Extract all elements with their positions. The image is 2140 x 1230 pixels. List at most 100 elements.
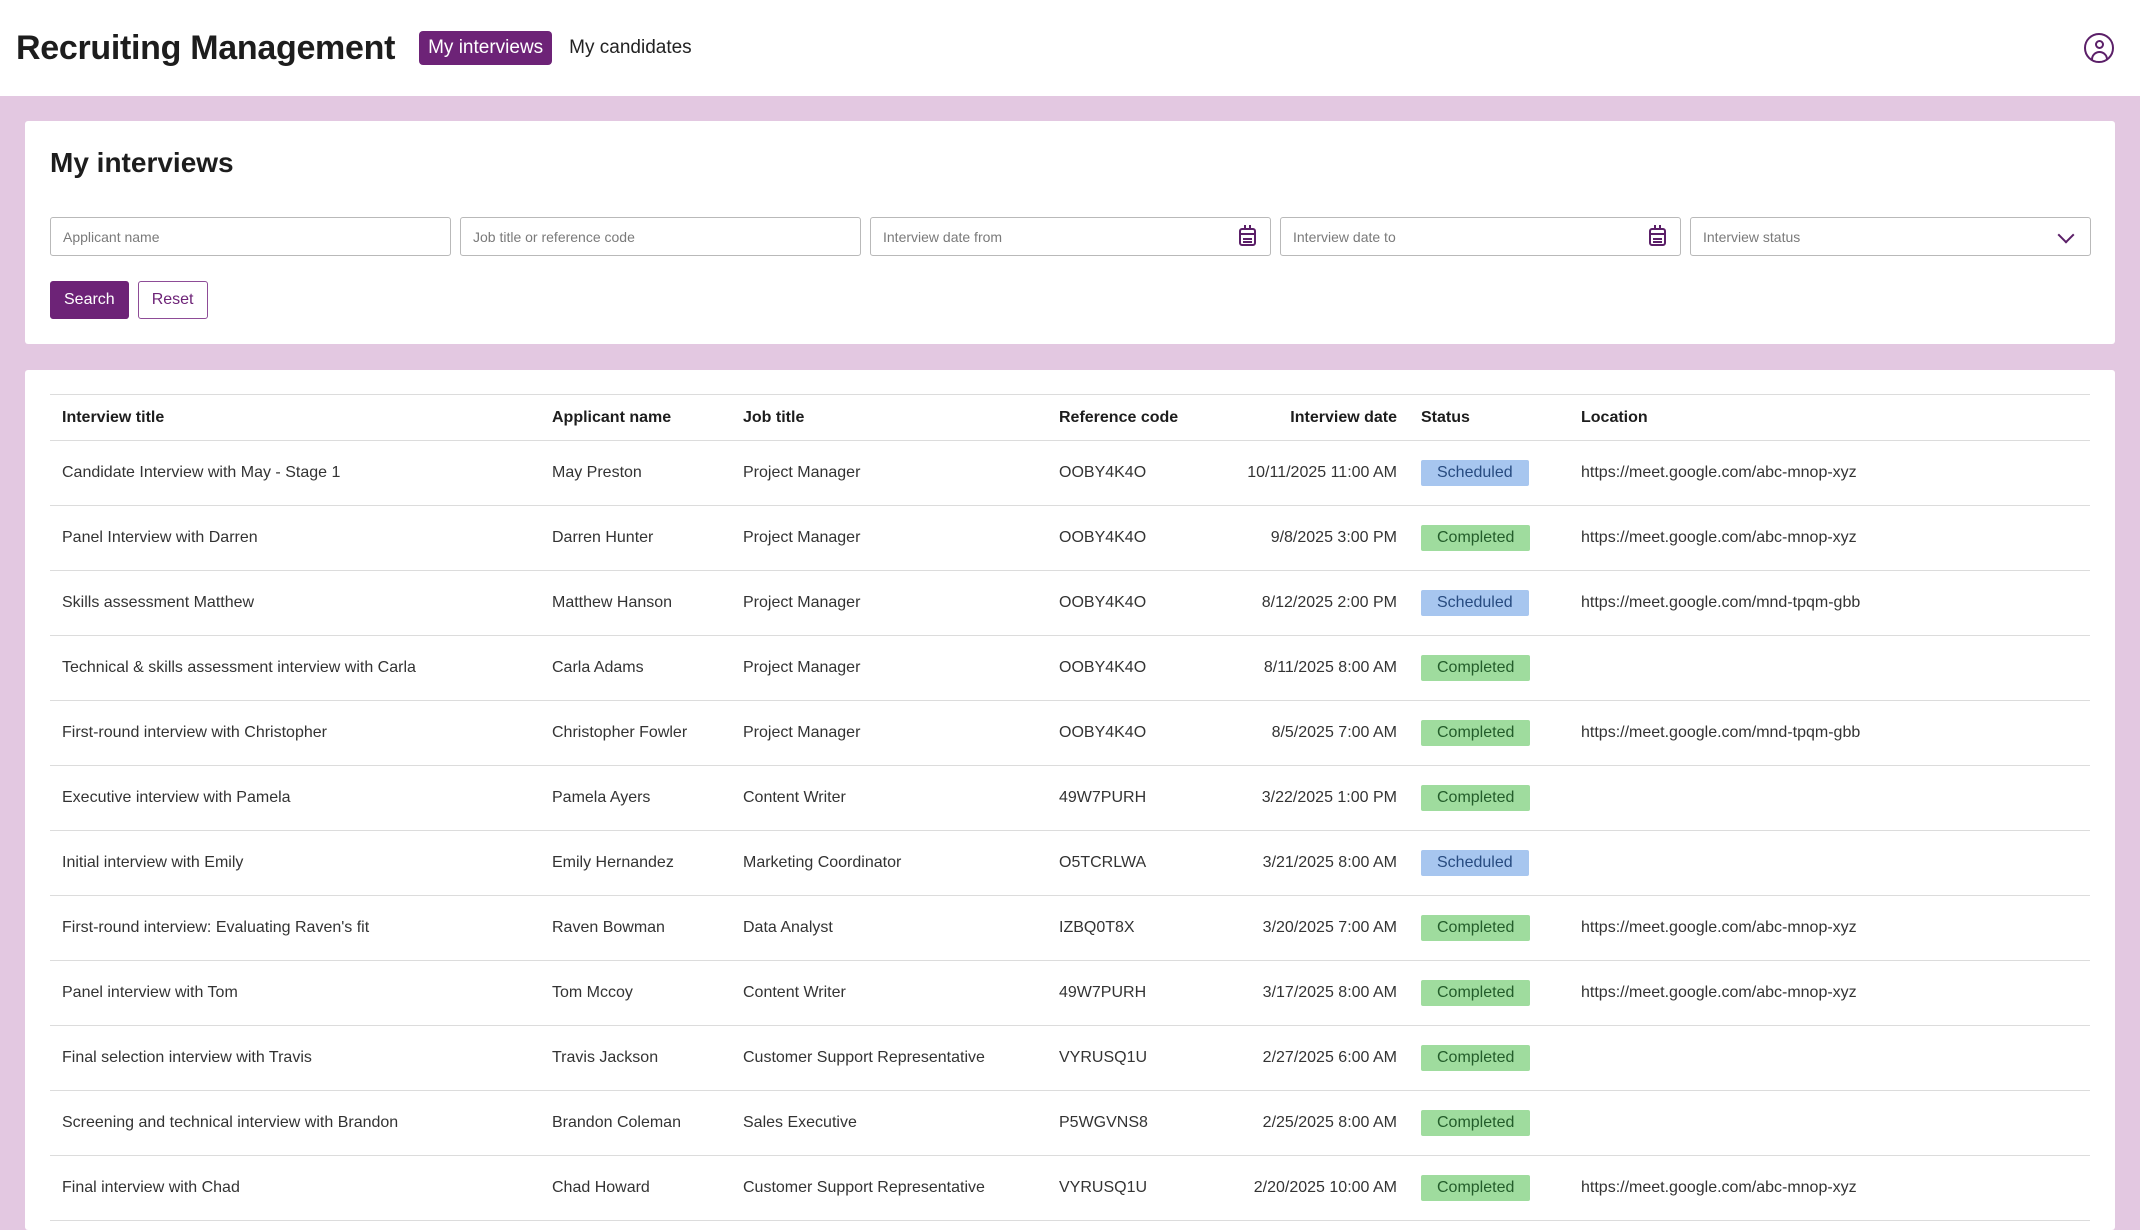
table-row[interactable]: Executive interview with Pamela Pamela A… xyxy=(50,765,2090,831)
location-cell xyxy=(1569,1090,2090,1156)
interview-title-cell[interactable]: Panel interview with Tom xyxy=(50,960,540,1026)
location-cell[interactable]: https://meet.google.com/abc-mnop-xyz xyxy=(1569,1155,2090,1221)
column-header-location[interactable]: Location xyxy=(1569,394,2090,441)
top-bar: Recruiting Management My interviews My c… xyxy=(0,0,2140,96)
reference-code-cell: OOBY4K4O xyxy=(1047,440,1203,506)
status-badge: Completed xyxy=(1421,1110,1531,1136)
column-header-applicant-name[interactable]: Applicant name xyxy=(540,394,731,441)
table-row[interactable]: Technical & skills assessment interview … xyxy=(50,635,2090,701)
table-row[interactable]: Candidate Interview with May - Stage 1 M… xyxy=(50,440,2090,506)
applicant-name-cell: Carla Adams xyxy=(540,635,731,701)
table-row[interactable]: Panel Interview with Darren Darren Hunte… xyxy=(50,505,2090,571)
status-badge: Completed xyxy=(1421,1175,1531,1201)
status-cell: Scheduled xyxy=(1409,440,1569,506)
interview-title-cell[interactable]: Candidate Interview with May - Stage 1 xyxy=(50,440,540,506)
job-title-cell: Project Manager xyxy=(731,570,1047,636)
status-cell: Completed xyxy=(1409,1155,1569,1221)
interview-date-cell: 8/11/2025 8:00 AM xyxy=(1203,635,1409,701)
applicant-name-input[interactable] xyxy=(51,218,450,255)
job-title-cell: Customer Support Representative xyxy=(731,1155,1047,1221)
search-panel: My interviews Search Reset xyxy=(25,121,2115,344)
interview-title-cell[interactable]: Final selection interview with Travis xyxy=(50,1025,540,1091)
status-cell: Completed xyxy=(1409,635,1569,701)
interview-title-cell[interactable]: Initial interview with Emily xyxy=(50,830,540,896)
status-select[interactable] xyxy=(1690,217,2091,256)
job-title-field xyxy=(460,217,861,256)
table-row[interactable]: First-round interview: Evaluating Raven'… xyxy=(50,895,2090,961)
interview-title-cell[interactable]: First-round interview: Evaluating Raven'… xyxy=(50,895,540,961)
reference-code-cell: 49W7PURH xyxy=(1047,765,1203,831)
interview-title-cell[interactable]: Screening and technical interview with B… xyxy=(50,1090,540,1156)
calendar-icon[interactable] xyxy=(1239,225,1256,246)
column-header-interview-date[interactable]: Interview date xyxy=(1203,394,1409,441)
date-from-input[interactable] xyxy=(871,218,1270,255)
interview-title-cell[interactable]: Executive interview with Pamela xyxy=(50,765,540,831)
interview-title-cell[interactable]: Final interview with Chad xyxy=(50,1155,540,1221)
reference-code-cell: OOBY4K4O xyxy=(1047,505,1203,571)
location-cell[interactable]: https://meet.google.com/abc-mnop-xyz xyxy=(1569,895,2090,961)
applicant-name-field xyxy=(50,217,451,256)
applicant-name-cell: Darren Hunter xyxy=(540,505,731,571)
applicant-name-cell: Travis Jackson xyxy=(540,1025,731,1091)
table-row[interactable]: Panel interview with Tom Tom Mccoy Conte… xyxy=(50,960,2090,1026)
job-title-cell: Content Writer xyxy=(731,960,1047,1026)
column-header-interview-title[interactable]: Interview title xyxy=(50,394,540,441)
interview-date-cell: 10/11/2025 11:00 AM xyxy=(1203,440,1409,506)
date-to-input[interactable] xyxy=(1281,218,1680,255)
table-body: Candidate Interview with May - Stage 1 M… xyxy=(50,440,2090,1221)
status-badge: Scheduled xyxy=(1421,590,1529,616)
interview-title-cell[interactable]: Panel Interview with Darren xyxy=(50,505,540,571)
status-badge: Completed xyxy=(1421,655,1531,681)
table-row[interactable]: Initial interview with Emily Emily Herna… xyxy=(50,830,2090,896)
column-header-job-title[interactable]: Job title xyxy=(731,394,1047,441)
job-title-cell: Project Manager xyxy=(731,635,1047,701)
location-cell[interactable]: https://meet.google.com/mnd-tpqm-gbb xyxy=(1569,570,2090,636)
date-from-field xyxy=(870,217,1271,256)
date-to-field xyxy=(1280,217,1681,256)
search-actions: Search Reset xyxy=(50,281,208,319)
table-row[interactable]: Final selection interview with Travis Tr… xyxy=(50,1025,2090,1091)
applicant-name-cell: Christopher Fowler xyxy=(540,700,731,766)
job-title-cell: Project Manager xyxy=(731,700,1047,766)
status-cell: Completed xyxy=(1409,960,1569,1026)
status-cell: Completed xyxy=(1409,1025,1569,1091)
table-row[interactable]: Final interview with Chad Chad Howard Cu… xyxy=(50,1155,2090,1221)
job-title-input[interactable] xyxy=(461,218,860,255)
location-cell[interactable]: https://meet.google.com/abc-mnop-xyz xyxy=(1569,505,2090,571)
applicant-name-cell: Pamela Ayers xyxy=(540,765,731,831)
user-circle-icon[interactable] xyxy=(2084,33,2114,63)
interview-title-cell[interactable]: First-round interview with Christopher xyxy=(50,700,540,766)
interview-title-cell[interactable]: Technical & skills assessment interview … xyxy=(50,635,540,701)
interviews-table: Interview title Applicant name Job title… xyxy=(50,394,2090,1221)
interview-date-cell: 3/22/2025 1:00 PM xyxy=(1203,765,1409,831)
location-cell[interactable]: https://meet.google.com/abc-mnop-xyz xyxy=(1569,960,2090,1026)
calendar-icon[interactable] xyxy=(1649,225,1666,246)
column-header-reference-code[interactable]: Reference code xyxy=(1047,394,1203,441)
status-select-input[interactable] xyxy=(1691,218,2090,255)
job-title-cell: Sales Executive xyxy=(731,1090,1047,1156)
column-header-status[interactable]: Status xyxy=(1409,394,1569,441)
reference-code-cell: P5WGVNS8 xyxy=(1047,1090,1203,1156)
status-badge: Completed xyxy=(1421,1045,1531,1071)
interview-date-cell: 2/25/2025 8:00 AM xyxy=(1203,1090,1409,1156)
search-button[interactable]: Search xyxy=(50,281,129,319)
location-cell[interactable]: https://meet.google.com/mnd-tpqm-gbb xyxy=(1569,700,2090,766)
tab-my-candidates[interactable]: My candidates xyxy=(560,31,701,65)
job-title-cell: Project Manager xyxy=(731,505,1047,571)
interview-title-cell[interactable]: Skills assessment Matthew xyxy=(50,570,540,636)
interview-date-cell: 3/20/2025 7:00 AM xyxy=(1203,895,1409,961)
job-title-cell: Content Writer xyxy=(731,765,1047,831)
table-row[interactable]: Screening and technical interview with B… xyxy=(50,1090,2090,1156)
main-nav: My interviews My candidates xyxy=(419,31,701,65)
table-header-row: Interview title Applicant name Job title… xyxy=(50,394,2090,441)
job-title-cell: Marketing Coordinator xyxy=(731,830,1047,896)
location-cell[interactable]: https://meet.google.com/abc-mnop-xyz xyxy=(1569,440,2090,506)
table-row[interactable]: First-round interview with Christopher C… xyxy=(50,700,2090,766)
tab-my-interviews[interactable]: My interviews xyxy=(419,31,553,65)
job-title-cell: Data Analyst xyxy=(731,895,1047,961)
table-row[interactable]: Skills assessment Matthew Matthew Hanson… xyxy=(50,570,2090,636)
applicant-name-cell: Matthew Hanson xyxy=(540,570,731,636)
status-cell: Scheduled xyxy=(1409,830,1569,896)
status-cell: Completed xyxy=(1409,895,1569,961)
reset-button[interactable]: Reset xyxy=(137,281,208,319)
